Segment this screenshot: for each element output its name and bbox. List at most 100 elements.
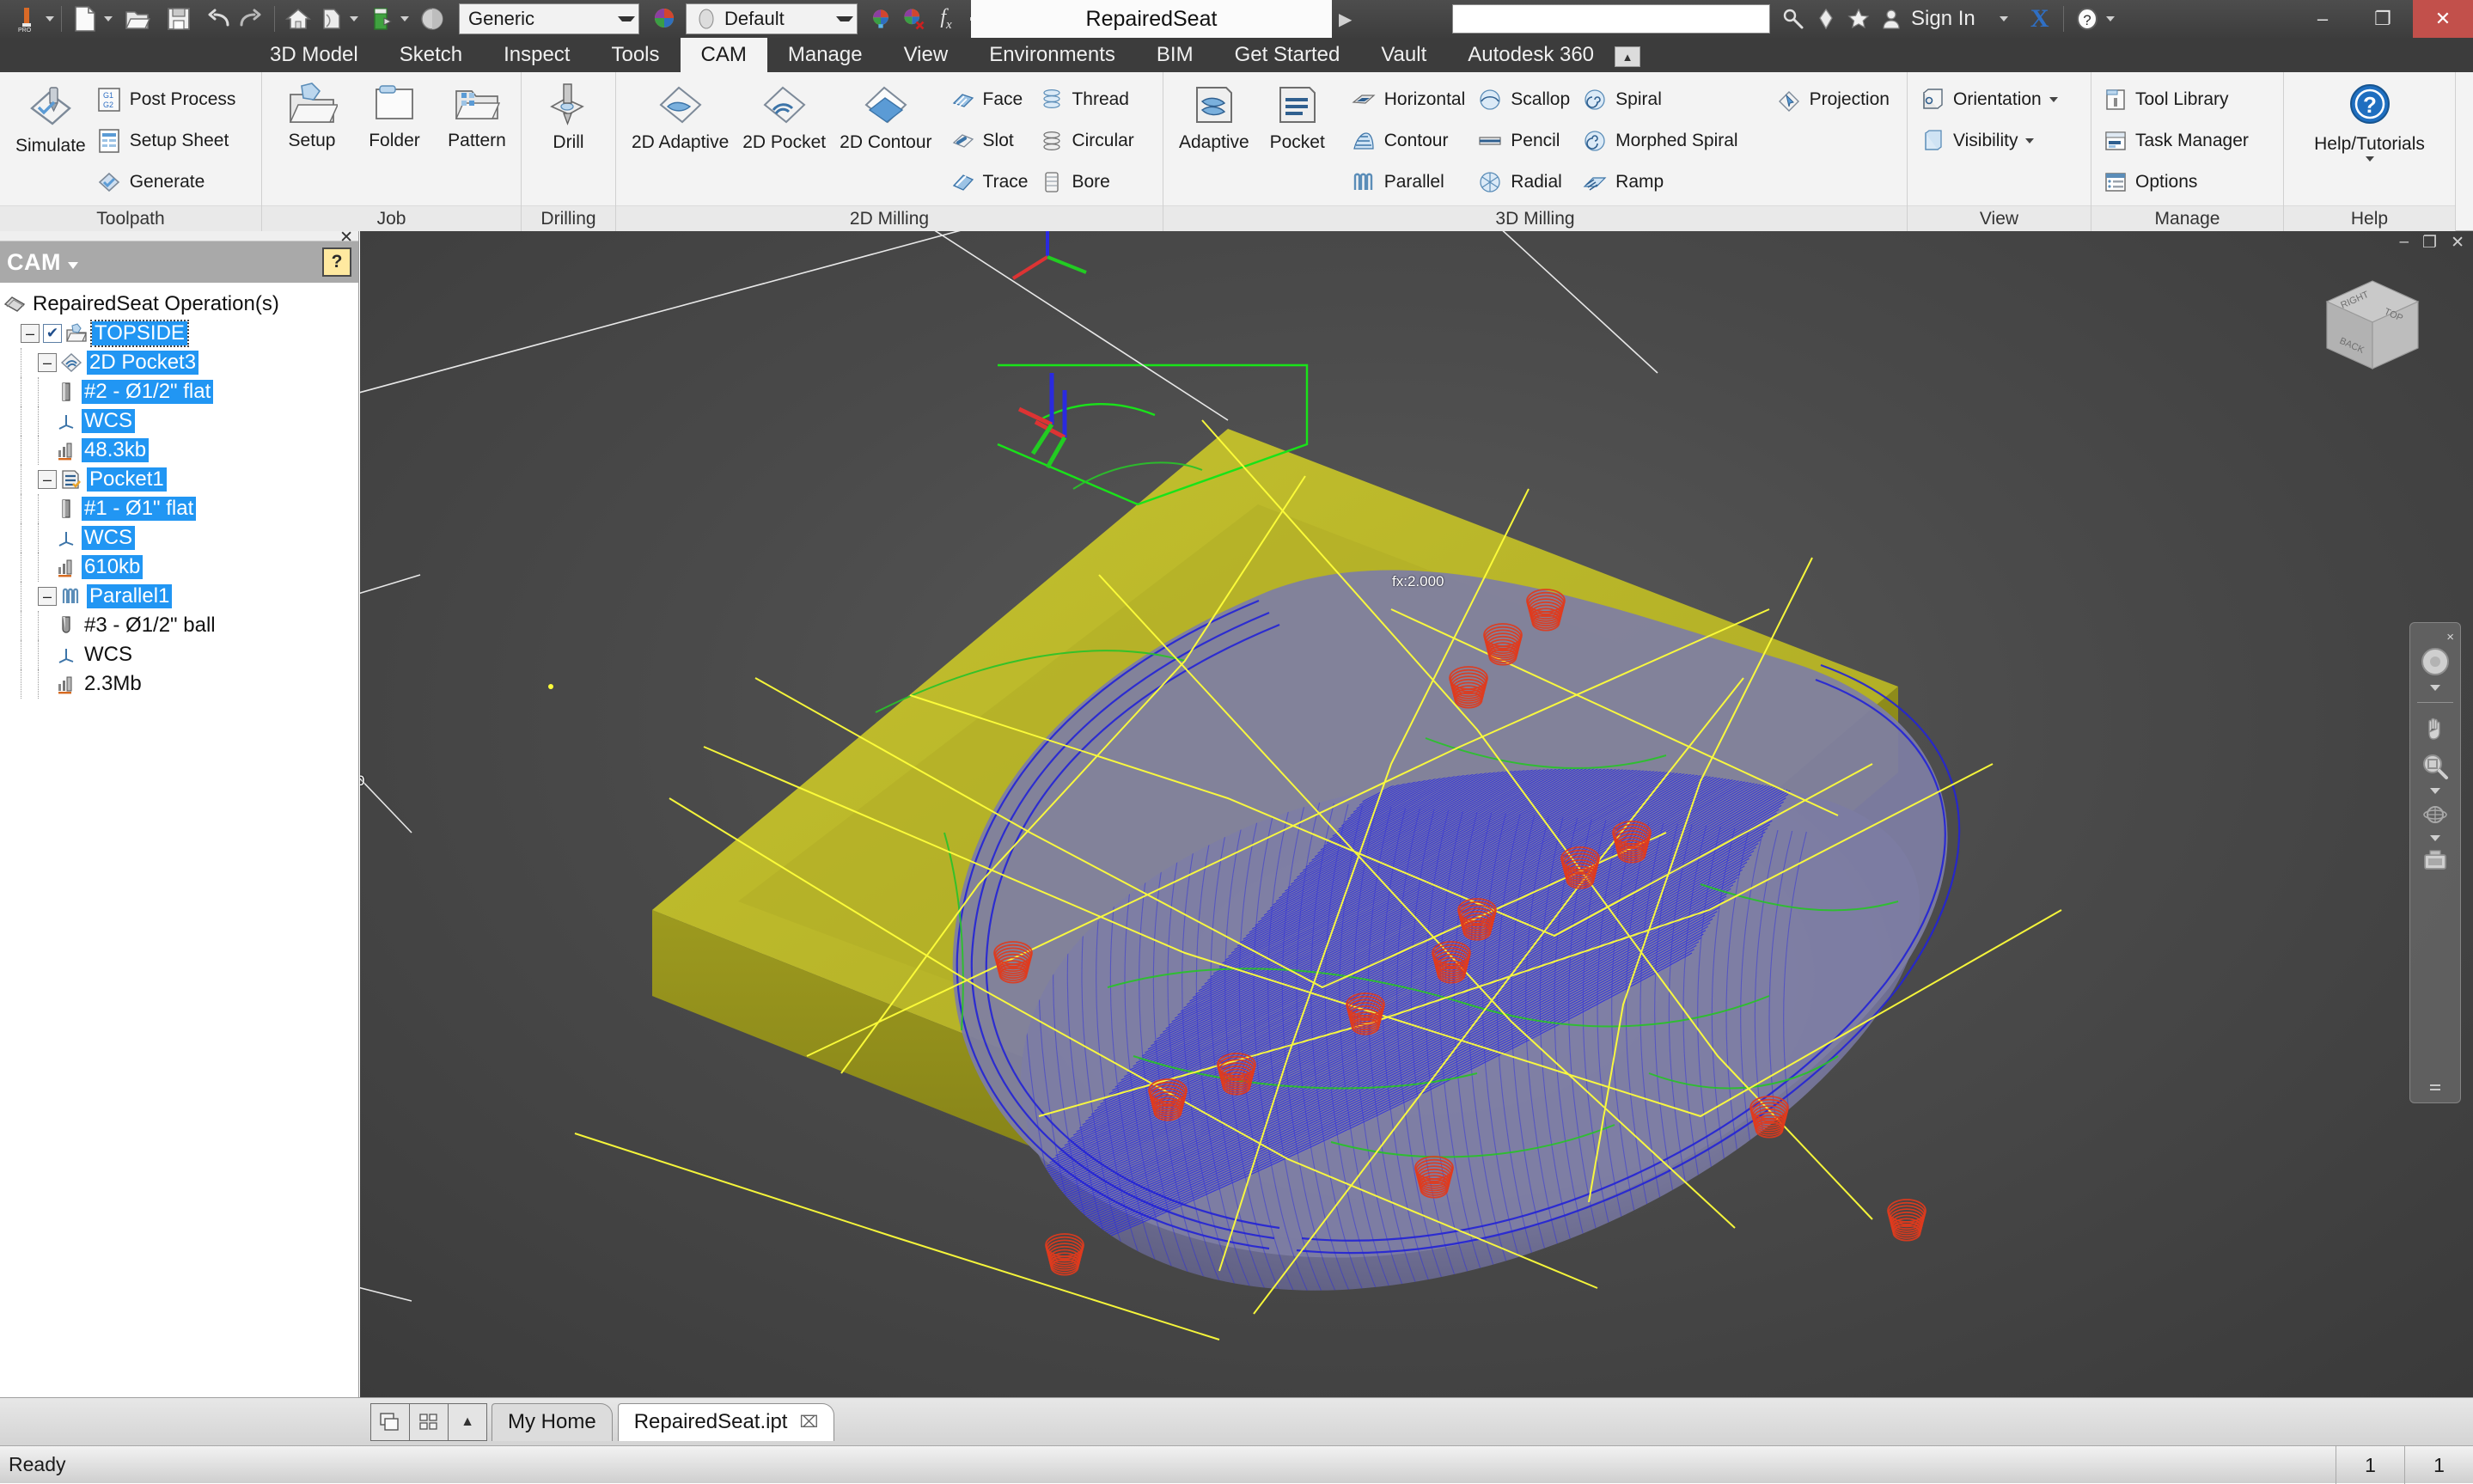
ribbon-button-help-tutorials[interactable]: ? Help/Tutorials [2307,77,2432,165]
appearance-selector[interactable]: Default [686,3,858,34]
ribbon-button-parallel[interactable]: Parallel [1347,162,1475,203]
tree-item-2d-pocket3[interactable]: – 2D Pocket3 [3,348,358,377]
material-caret-icon[interactable] [618,16,635,21]
tree-expander[interactable]: – [38,470,57,489]
tree-expander[interactable]: – [38,353,57,372]
ribbon-button-tool-library[interactable]: Tool Library [2100,79,2257,120]
ribbon-button-spiral[interactable]: Spiral [1578,79,1746,120]
ribbon-button-radial[interactable]: Radial [1474,162,1578,203]
material-browser-icon[interactable] [416,3,449,35]
navbar-caret-2-icon[interactable] [2430,788,2440,794]
browser-help-badge[interactable]: ? [322,247,351,277]
ribbon-tab-3d-model[interactable]: 3D Model [249,38,379,72]
fx-parameters-icon[interactable]: fx [930,3,962,35]
save-icon[interactable] [162,3,195,35]
steering-wheel-icon[interactable] [2418,644,2452,679]
tree-item-parallel1[interactable]: – Parallel1 [3,582,358,611]
update-icon[interactable] [365,3,398,35]
open-document-icon[interactable] [121,3,154,35]
ribbon-button-pattern[interactable]: Pattern [436,77,518,155]
product-menu-caret-icon[interactable] [46,16,54,21]
ribbon-button-bore[interactable]: Bore [1036,162,1142,203]
ribbon-button-generate[interactable]: Generate [93,162,245,203]
ribbon-tab-cam[interactable]: CAM [680,38,767,72]
browser-dropdown-caret-icon[interactable] [68,262,78,269]
tree-item-48-3kb[interactable]: 48.3kb [3,436,358,465]
ribbon-tab-autodesk-360[interactable]: Autodesk 360 [1447,38,1615,72]
ribbon-button-2d-contour[interactable]: 2D Contour [833,77,938,156]
material-selector[interactable]: Generic [459,3,639,34]
window-close-button[interactable]: ✕ [2413,0,2473,38]
tree-checkbox[interactable]: ✔ [43,324,62,343]
home-icon[interactable] [282,3,314,35]
zoom-icon[interactable] [2420,751,2451,782]
ribbon-button-scallop[interactable]: Scallop [1474,79,1578,120]
tree-item-wcs[interactable]: WCS [3,523,358,553]
ribbon-button-horizontal[interactable]: Horizontal [1347,79,1475,120]
undo-icon[interactable] [202,3,235,35]
ribbon-button-options[interactable]: Options [2100,162,2257,203]
ribbon-button-contour[interactable]: Contour [1347,120,1475,162]
tree-expander[interactable]: – [21,324,40,343]
ribbon-button-face[interactable]: Face [948,79,1037,120]
doc-tab-close-icon[interactable]: ⌧ [799,1413,818,1432]
sign-in-caret-icon[interactable] [1999,16,2008,21]
cascade-windows-button[interactable] [370,1402,410,1441]
tree-item-3-1-2-ball[interactable]: #3 - Ø1/2" ball [3,611,358,640]
tree-item-610kb[interactable]: 610kb [3,553,358,582]
ribbon-button-morphed-spiral[interactable]: Morphed Spiral [1578,120,1746,162]
viewport-restore-button[interactable]: ❐ [2422,233,2437,253]
window-minimize-button[interactable]: – [2293,0,2353,38]
ribbon-button-setup[interactable]: Setup [271,77,353,155]
tile-windows-button[interactable] [409,1402,449,1441]
orbit-icon[interactable] [2421,800,2450,829]
ribbon-button-projection[interactable]: Projection [1773,79,1898,120]
pan-icon[interactable] [2421,713,2450,742]
sign-in-label[interactable]: Sign In [1911,7,1975,31]
ribbon-button-pocket[interactable]: Pocket [1256,77,1339,156]
tree-item-wcs[interactable]: WCS [3,640,358,669]
ribbon-button-setup-sheet[interactable]: Setup Sheet [93,120,245,162]
ribbon-button-task-manager[interactable]: Task Manager [2100,120,2257,162]
ribbon-button-slot[interactable]: Slot [948,120,1037,162]
navbar-caret-3-icon[interactable] [2430,835,2440,841]
graphics-viewport[interactable]: – ❐ ✕ fx:2.000 0 TOP RIGHT BACK × [360,231,2473,1397]
help-icon[interactable]: ? [2071,3,2104,35]
ribbon-tab-environments[interactable]: Environments [968,38,1136,72]
user-account-icon[interactable] [1875,3,1908,35]
tree-item-repairedseat-operation-s[interactable]: RepairedSeat Operation(s) [3,290,358,319]
tree-item-wcs[interactable]: WCS [3,406,358,436]
tree-item-1-1-flat[interactable]: #1 - Ø1" flat [3,494,358,523]
ribbon-tab-sketch[interactable]: Sketch [379,38,483,72]
browser-close-icon[interactable]: ✕ [339,228,353,247]
search-input[interactable] [1452,4,1770,34]
ribbon-button-circular[interactable]: Circular [1036,120,1142,162]
ribbon-button-pencil[interactable]: Pencil [1474,120,1578,162]
visibility-caret-icon[interactable] [2025,138,2035,144]
navbar-close-icon[interactable]: × [2446,630,2454,644]
ribbon-tab-vault[interactable]: Vault [1360,38,1447,72]
ribbon-button-2d-pocket[interactable]: 2D Pocket [736,77,833,156]
clear-appearance-icon[interactable] [897,3,930,35]
ribbon-button-adaptive[interactable]: Adaptive [1172,77,1256,156]
viewport-close-button[interactable]: ✕ [2451,233,2464,253]
return-caret-icon[interactable] [350,16,358,21]
appearance-caret-icon[interactable] [836,16,853,21]
ribbon-tab-bim[interactable]: BIM [1136,38,1214,72]
appearance-browser-icon[interactable] [648,3,681,35]
ribbon-tab-manage[interactable]: Manage [767,38,883,72]
exchange-x-icon[interactable]: X [2024,3,2056,35]
ribbon-tab-view[interactable]: View [883,38,969,72]
favorites-star-icon[interactable] [1842,3,1875,35]
autodesk-exchange-apps-icon[interactable] [1810,3,1842,35]
ribbon-button-2d-adaptive[interactable]: 2D Adaptive [625,77,736,156]
tree-item-2-1-2-flat[interactable]: #2 - Ø1/2" flat [3,377,358,406]
tree-expander[interactable]: – [38,587,57,606]
navbar-grip-icon[interactable] [2427,1078,2444,1096]
return-icon[interactable] [314,3,347,35]
ribbon-tab-get-started[interactable]: Get Started [1214,38,1361,72]
ribbon-button-orientation[interactable]: Orientation [1916,79,2067,120]
tree-item-topside[interactable]: – ✔ TOPSIDE [3,319,358,348]
ribbon-button-visibility[interactable]: Visibility [1916,120,2067,162]
new-document-caret-icon[interactable] [104,16,113,21]
